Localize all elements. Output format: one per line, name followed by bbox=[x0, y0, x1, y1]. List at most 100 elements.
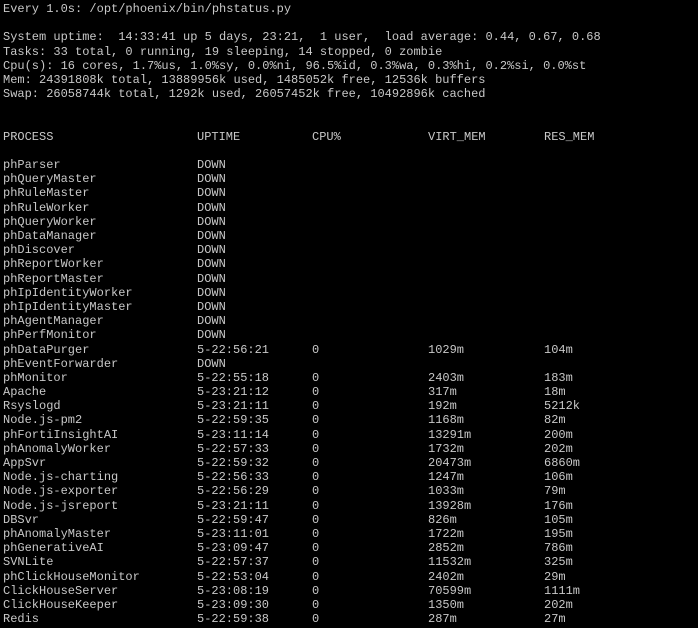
process-name: phIpIdentityMaster bbox=[3, 299, 133, 314]
process-virt-mem: 20473m bbox=[428, 456, 472, 470]
process-virt-mem: 2852m bbox=[428, 541, 465, 556]
process-name: phRuleWorker bbox=[3, 200, 90, 215]
process-name: phAnomalyWorker bbox=[3, 441, 112, 456]
table-row: phParser DOWN bbox=[3, 158, 698, 172]
process-cpu: 0 bbox=[312, 456, 320, 470]
summary-cpu: Cpu(s): 16 cores, 1.7%us, 1.0%sy, 0.0%ni… bbox=[3, 58, 587, 73]
process-name: phGenerativeAI bbox=[3, 541, 104, 556]
summary-tasks: Tasks: 33 total, 0 running, 19 sleeping,… bbox=[3, 44, 443, 59]
process-uptime: 5-23:11:14 bbox=[197, 427, 270, 442]
table-row: Apache 5-23:21:12 0 317m 18m bbox=[3, 385, 698, 399]
process-name: phParser bbox=[3, 158, 61, 173]
process-res-mem: 27m bbox=[544, 612, 566, 627]
process-name: phDataManager bbox=[3, 229, 97, 243]
process-uptime: 5-23:09:47 bbox=[197, 541, 270, 556]
process-uptime: 5-23:21:12 bbox=[197, 385, 270, 400]
process-uptime: 5-23:21:11 bbox=[197, 498, 270, 513]
table-row: phMonitor 5-22:55:18 0 2403m 183m bbox=[3, 371, 698, 385]
table-row: ClickHouseKeeper 5-23:09:30 0 1350m 202m bbox=[3, 598, 698, 612]
process-virt-mem: 70599m bbox=[428, 583, 472, 598]
process-name: phAgentManager bbox=[3, 314, 104, 329]
watch-header: Every 1.0s: /opt/phoenix/bin/phstatus.py bbox=[3, 2, 292, 16]
table-row: Node.js-pm2 5-22:59:35 0 1168m 82m bbox=[3, 413, 698, 427]
table-row: phPerfMonitor DOWN bbox=[3, 328, 698, 342]
process-name: ClickHouseKeeper bbox=[3, 597, 119, 612]
table-row: phDataManager DOWN bbox=[3, 229, 698, 243]
table-row: SVNLite 5-22:57:37 0 11532m 325m bbox=[3, 555, 698, 569]
process-res-mem: 195m bbox=[544, 526, 573, 541]
table-row: phAgentManager DOWN bbox=[3, 314, 698, 328]
table-row: phAnomalyWorker 5-22:57:33 0 1732m 202m bbox=[3, 442, 698, 456]
header-virt-mem: VIRT_MEM bbox=[428, 129, 486, 144]
process-virt-mem: 1029m bbox=[428, 342, 465, 357]
process-name: ClickHouseServer bbox=[3, 583, 119, 598]
process-name: Node.js-jsreport bbox=[3, 498, 119, 513]
process-res-mem: 786m bbox=[544, 541, 573, 556]
process-name: Node.js-exporter bbox=[3, 484, 119, 499]
process-virt-mem: 1247m bbox=[428, 470, 465, 485]
table-row: phReportWorker DOWN bbox=[3, 257, 698, 271]
process-name: Node.js-pm2 bbox=[3, 413, 83, 428]
process-name: DBSvr bbox=[3, 512, 40, 527]
process-uptime: DOWN bbox=[197, 214, 226, 229]
process-virt-mem: 2402m bbox=[428, 569, 465, 584]
process-uptime: DOWN bbox=[197, 200, 226, 215]
process-res-mem: 29m bbox=[544, 569, 566, 584]
process-cpu: 0 bbox=[312, 470, 320, 485]
process-res-mem: 5212k bbox=[544, 399, 581, 414]
process-virt-mem: 826m bbox=[428, 512, 457, 527]
process-uptime: 5-23:21:11 bbox=[197, 399, 270, 414]
process-res-mem: 105m bbox=[544, 512, 573, 527]
process-cpu: 0 bbox=[312, 413, 320, 428]
process-virt-mem: 1168m bbox=[428, 413, 465, 428]
table-row: phQueryMaster DOWN bbox=[3, 172, 698, 186]
process-res-mem: 79m bbox=[544, 484, 566, 499]
process-uptime: 5-22:59:32 bbox=[197, 456, 270, 470]
process-res-mem: 200m bbox=[544, 427, 573, 442]
table-row: DBSvr 5-22:59:47 0 826m 105m bbox=[3, 513, 698, 527]
process-virt-mem: 317m bbox=[428, 385, 457, 400]
process-cpu: 0 bbox=[312, 526, 320, 541]
process-cpu: 0 bbox=[312, 555, 320, 570]
process-res-mem: 1111m bbox=[544, 583, 581, 598]
table-row: phDiscover DOWN bbox=[3, 243, 698, 257]
process-name: Node.js-charting bbox=[3, 470, 119, 485]
process-cpu: 0 bbox=[312, 441, 320, 456]
process-virt-mem: 287m bbox=[428, 612, 457, 627]
summary-mem: Mem: 24391808k total, 13889956k used, 14… bbox=[3, 72, 486, 87]
table-row: Node.js-charting 5-22:56:33 0 1247m 106m bbox=[3, 470, 698, 484]
table-row: phFortiInsightAI 5-23:11:14 0 13291m 200m bbox=[3, 428, 698, 442]
process-virt-mem: 13291m bbox=[428, 427, 472, 442]
process-name: phEventForwarder bbox=[3, 356, 119, 371]
process-name: phRuleMaster bbox=[3, 186, 90, 201]
process-uptime: 5-22:56:21 bbox=[197, 342, 270, 357]
table-row: AppSvr 5-22:59:32 0 20473m 6860m bbox=[3, 456, 698, 470]
process-virt-mem: 13928m bbox=[428, 498, 472, 513]
process-res-mem: 325m bbox=[544, 555, 573, 570]
header-uptime: UPTIME bbox=[197, 129, 241, 144]
process-res-mem: 176m bbox=[544, 498, 573, 513]
process-uptime: DOWN bbox=[197, 356, 226, 371]
process-uptime: DOWN bbox=[197, 285, 226, 300]
process-uptime: DOWN bbox=[197, 257, 226, 272]
table-row: phQueryWorker DOWN bbox=[3, 215, 698, 229]
process-cpu: 0 bbox=[312, 427, 320, 442]
terminal-window[interactable]: Every 1.0s: /opt/phoenix/bin/phstatus.py… bbox=[0, 0, 698, 628]
table-row: phIpIdentityWorker DOWN bbox=[3, 286, 698, 300]
process-uptime: 5-22:57:33 bbox=[197, 441, 270, 456]
process-res-mem: 183m bbox=[544, 370, 573, 385]
process-cpu: 0 bbox=[312, 569, 320, 584]
header-res-mem: RES_MEM bbox=[544, 129, 595, 144]
process-cpu: 0 bbox=[312, 612, 320, 627]
process-uptime: DOWN bbox=[197, 243, 226, 258]
process-name: AppSvr bbox=[3, 456, 47, 470]
process-cpu: 0 bbox=[312, 399, 320, 414]
process-virt-mem: 1033m bbox=[428, 484, 465, 499]
process-name: Apache bbox=[3, 385, 47, 400]
process-name: phFortiInsightAI bbox=[3, 427, 119, 442]
table-row: phDataPurger 5-22:56:21 0 1029m 104m bbox=[3, 343, 698, 357]
process-name: SVNLite bbox=[3, 555, 54, 570]
process-name: phQueryWorker bbox=[3, 214, 97, 229]
